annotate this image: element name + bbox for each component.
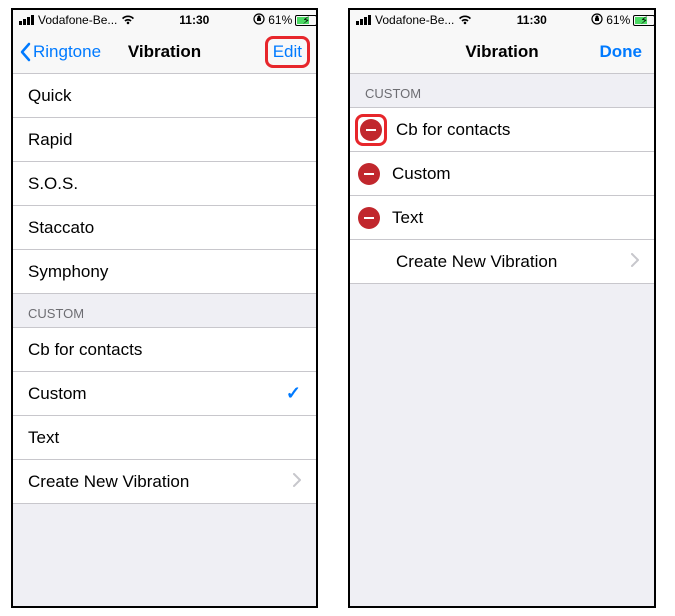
custom-vibration-option[interactable]: Text (13, 416, 316, 460)
done-button[interactable]: Done (594, 40, 649, 64)
vibration-option[interactable]: Symphony (13, 250, 316, 294)
vibration-option[interactable]: Staccato (13, 206, 316, 250)
chevron-right-icon (631, 252, 639, 272)
signal-icon (356, 15, 371, 25)
carrier-label: Vodafone-Be... (38, 13, 117, 27)
signal-icon (19, 15, 34, 25)
wifi-icon (121, 15, 135, 25)
nav-bar: Ringtone Vibration Edit (13, 30, 316, 74)
vibration-option[interactable]: Rapid (13, 118, 316, 162)
carrier-label: Vodafone-Be... (375, 13, 454, 27)
back-label: Ringtone (33, 42, 101, 62)
delete-minus-icon (360, 119, 382, 141)
custom-vibration-row[interactable]: Text (350, 196, 654, 240)
create-new-vibration[interactable]: Create New Vibration (350, 240, 654, 284)
phone-left: Vodafone-Be... 11:30 61% ⚡︎ Ringtone Vib… (11, 8, 318, 608)
delete-minus-icon (364, 173, 374, 175)
delete-minus-icon (364, 217, 374, 219)
section-header-custom: Custom (13, 294, 316, 328)
section-header-custom: Custom (350, 74, 654, 108)
nav-bar: Vibration Done (350, 30, 654, 74)
battery-percent: 61% (606, 13, 630, 27)
custom-vibration-row[interactable]: Custom (350, 152, 654, 196)
chevron-left-icon (19, 42, 31, 62)
clock: 11:30 (135, 13, 253, 27)
delete-button[interactable] (358, 163, 380, 185)
charging-icon: ⚡︎ (302, 14, 310, 27)
create-new-vibration[interactable]: Create New Vibration (13, 460, 316, 504)
custom-vibration-row[interactable]: Cb for contacts (350, 108, 654, 152)
back-button[interactable]: Ringtone (19, 42, 101, 62)
status-bar: Vodafone-Be... 11:30 61% ⚡︎ (13, 10, 316, 30)
clock: 11:30 (472, 13, 591, 27)
phone-right: Vodafone-Be... 11:30 61% ⚡︎ Vibration Do… (348, 8, 656, 608)
vibration-option[interactable]: S.O.S. (13, 162, 316, 206)
delete-button[interactable] (358, 207, 380, 229)
status-bar: Vodafone-Be... 11:30 61% ⚡︎ (350, 10, 654, 30)
orientation-lock-icon (591, 13, 603, 28)
checkmark-icon: ✓ (286, 383, 301, 404)
vibration-option[interactable]: Quick (13, 74, 316, 118)
custom-vibration-option[interactable]: Custom ✓ (13, 372, 316, 416)
delete-button[interactable] (355, 114, 387, 146)
charging-icon: ⚡︎ (640, 14, 648, 27)
battery-percent: 61% (268, 13, 292, 27)
wifi-icon (458, 15, 472, 25)
custom-vibration-option[interactable]: Cb for contacts (13, 328, 316, 372)
orientation-lock-icon (253, 13, 265, 28)
edit-button[interactable]: Edit (265, 36, 310, 68)
chevron-right-icon (293, 472, 301, 492)
